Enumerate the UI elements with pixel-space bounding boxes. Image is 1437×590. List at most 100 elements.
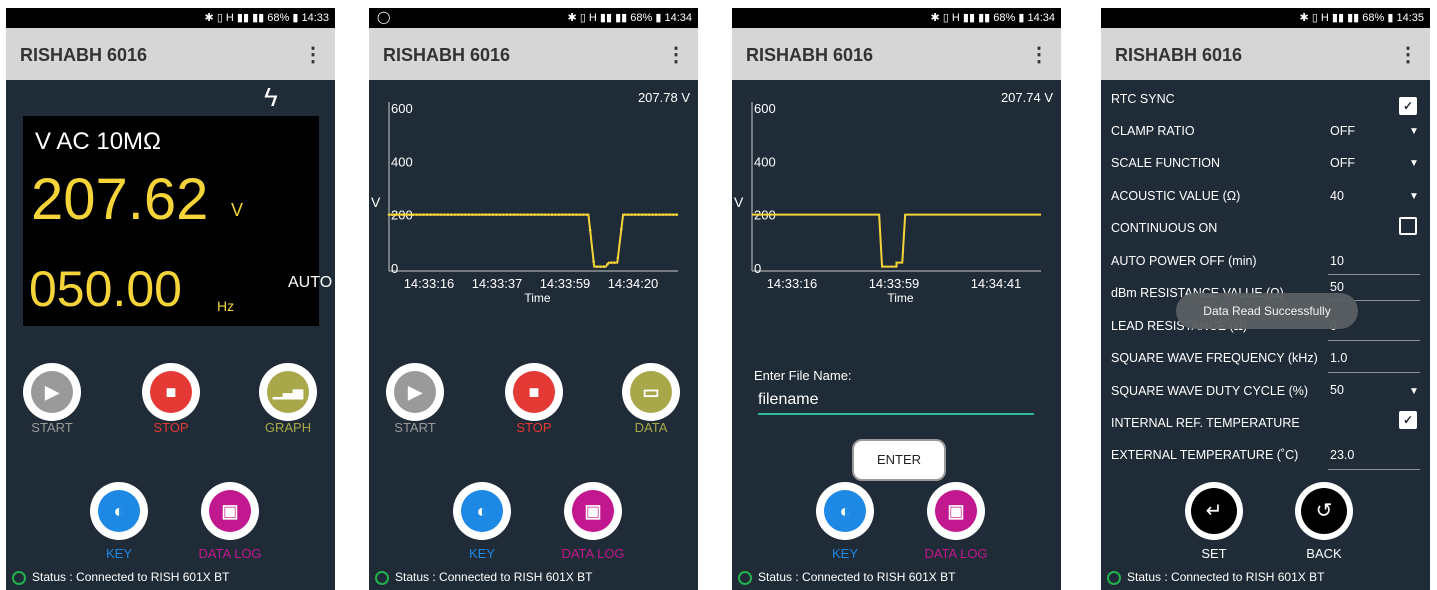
data-point: [599, 265, 602, 268]
dropdown-arrow-icon[interactable]: ▼: [1409, 158, 1419, 169]
battery-level: 68%: [267, 12, 290, 24]
connection-status: Status : Connected to RISH 601X BT: [1107, 570, 1324, 585]
status-bar: ✱ ▯ H ▮▮ ▮▮ 68% ▮ 14:33: [6, 8, 335, 28]
data-log-button[interactable]: ▣: [564, 482, 622, 540]
stop-button[interactable]: ■: [142, 363, 200, 421]
rtc-sync-checkbox[interactable]: ✓: [1399, 97, 1417, 115]
range-label: AUTO: [288, 274, 333, 291]
acoustic-value-select[interactable]: 40: [1330, 189, 1344, 203]
app-title: RISHABH 6016: [1115, 45, 1243, 65]
x-tick-label: 14:33:16: [767, 276, 818, 291]
input-underline: [1328, 340, 1420, 341]
continuous-on-checkbox[interactable]: [1399, 217, 1417, 235]
data-point: [588, 228, 592, 232]
graph-button[interactable]: ▁▃▅: [259, 363, 317, 421]
data-point: [651, 213, 654, 216]
stop-button[interactable]: ■: [505, 363, 563, 421]
clamp-ratio-select[interactable]: OFF: [1330, 124, 1355, 138]
dropdown-arrow-icon[interactable]: ▼: [1409, 191, 1419, 202]
external-temperature-input[interactable]: 23.0: [1330, 448, 1354, 462]
back-button[interactable]: ↺: [1295, 482, 1353, 540]
connection-status: Status : Connected to RISH 601X BT: [12, 570, 229, 585]
primary-unit: V: [231, 200, 244, 220]
square-wave-frequency-input[interactable]: 1.0: [1330, 351, 1347, 365]
data-point: [602, 265, 606, 268]
play-icon: ▶: [45, 382, 59, 402]
stop-icon: ■: [528, 382, 540, 402]
scale-function-select[interactable]: OFF: [1330, 156, 1355, 170]
x-tick-label: 14:33:16: [404, 276, 455, 291]
app-title: RISHABH 6016: [746, 45, 874, 65]
meter-display: V AC 10MΩ 207.62 V AUTO 050.00 Hz: [23, 116, 332, 326]
lightning-icon: ϟ: [264, 82, 278, 112]
y-tick-label: 400: [391, 154, 413, 169]
start-button[interactable]: ▶: [23, 363, 81, 421]
graph-label: GRAPH: [264, 420, 312, 435]
data-point: [446, 213, 450, 216]
data-point: [637, 213, 640, 216]
file-name-input[interactable]: [758, 391, 1034, 415]
frequency-value: 050.00: [29, 261, 182, 317]
data-log-button[interactable]: ▣: [927, 482, 985, 540]
status-dot-icon: [12, 570, 26, 585]
dbm-resistance-input[interactable]: 50: [1330, 280, 1344, 294]
screen-settings: ✱ ▯ H ▮▮ ▮▮ 68% ▮ 14:35 RISHABH 6016 ⋮ R…: [1101, 8, 1430, 590]
toast-message: Data Read Successfully: [1176, 293, 1358, 329]
graph-icon: ▁▃▅: [273, 384, 303, 399]
data-point: [557, 213, 561, 216]
data-point: [665, 213, 668, 216]
data-point: [654, 213, 658, 216]
auto-power-off-input[interactable]: 10: [1330, 254, 1344, 268]
x-tick-label: 14:34:20: [608, 276, 659, 291]
overflow-menu-icon[interactable]: ⋮: [1398, 42, 1418, 67]
data-point: [543, 213, 547, 216]
data-point: [491, 213, 495, 216]
status-dot-icon: [1107, 570, 1121, 585]
data-point: [401, 213, 405, 216]
data-log-button[interactable]: ▣: [201, 482, 259, 540]
data-point: [391, 213, 394, 216]
frequency-unit: Hz: [217, 298, 235, 314]
data-point: [512, 213, 516, 216]
data-point: [522, 213, 526, 216]
data-point: [394, 213, 398, 216]
key-button[interactable]: ◐: [816, 482, 874, 540]
setting-label: CONTINUOUS ON: [1111, 221, 1218, 235]
status-icons: ✱ ▯ H ▮▮ ▮▮: [930, 12, 991, 24]
key-button[interactable]: ◐: [453, 482, 511, 540]
overflow-menu-icon[interactable]: ⋮: [1029, 42, 1049, 67]
whistle-icon: ◐: [839, 501, 851, 521]
data-point: [425, 213, 429, 216]
internal-ref-temperature-checkbox[interactable]: ✓: [1399, 411, 1417, 429]
data-log-label: DATA LOG: [198, 546, 262, 561]
data-point: [630, 213, 634, 216]
dropdown-arrow-icon[interactable]: ▼: [1409, 126, 1419, 137]
data-point: [623, 213, 627, 216]
app-title: RISHABH 6016: [383, 45, 511, 65]
dropdown-arrow-icon[interactable]: ▼: [1409, 386, 1419, 397]
battery-level: 68%: [1362, 12, 1385, 24]
data-point: [547, 213, 550, 216]
setting-label: RTC SYNC: [1111, 92, 1175, 106]
data-point: [578, 213, 582, 216]
stop-label: STOP: [153, 420, 189, 435]
data-button[interactable]: ▭: [622, 363, 680, 421]
data-point: [418, 213, 422, 216]
overflow-menu-icon[interactable]: ⋮: [666, 42, 686, 67]
setting-label: INTERNAL REF. TEMPERATURE: [1111, 416, 1300, 430]
data-point: [533, 213, 536, 216]
key-button[interactable]: ◐: [90, 482, 148, 540]
data-point: [620, 227, 623, 231]
setting-label: SCALE FUNCTION: [1111, 156, 1221, 170]
stop-label: STOP: [516, 420, 552, 435]
duty-cycle-select[interactable]: 50: [1330, 383, 1344, 397]
data-point: [554, 213, 557, 216]
connection-status: Status : Connected to RISH 601X BT: [375, 570, 592, 585]
enter-icon: ↵: [1191, 488, 1237, 534]
data-log-label: DATA LOG: [924, 546, 988, 561]
overflow-menu-icon[interactable]: ⋮: [303, 42, 323, 67]
save-icon: ▣: [221, 501, 239, 521]
start-button[interactable]: ▶: [386, 363, 444, 421]
enter-button[interactable]: ENTER: [852, 439, 946, 481]
set-button[interactable]: ↵: [1185, 482, 1243, 540]
